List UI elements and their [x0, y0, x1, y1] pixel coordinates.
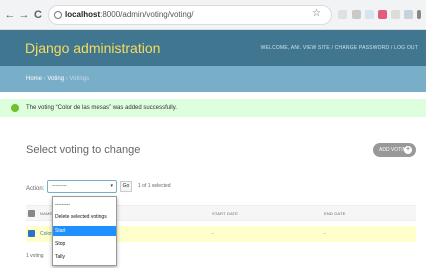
extension-icon[interactable]: [365, 10, 374, 19]
end-date-cell: -: [324, 231, 326, 237]
reload-icon[interactable]: C: [32, 7, 44, 23]
admin-header: Django administration WELCOME, ANI. VIEW…: [0, 30, 426, 66]
back-icon[interactable]: ←: [4, 7, 16, 23]
chevron-down-icon: ▾: [110, 183, 113, 189]
row-checkbox[interactable]: [28, 230, 35, 237]
extension-icon[interactable]: [338, 10, 347, 19]
success-message-text: The voting “Color de las mesas” was adde…: [26, 105, 177, 111]
info-icon[interactable]: [54, 11, 62, 19]
start-date-cell: -: [212, 231, 214, 237]
select-all-checkbox[interactable]: [28, 210, 35, 217]
selected-count: 1 of 1 selected: [138, 183, 171, 189]
dropdown-option[interactable]: Tally: [53, 252, 116, 262]
site-title[interactable]: Django administration: [25, 40, 160, 56]
plus-icon: +: [404, 146, 412, 154]
breadcrumb-current: Votings: [69, 76, 90, 82]
go-button[interactable]: Go: [120, 181, 132, 192]
dropdown-option[interactable]: Delete selected votings: [53, 212, 116, 222]
breadcrumb-home[interactable]: Home: [26, 76, 42, 82]
add-voting-button[interactable]: ADD VOTING +: [373, 143, 416, 157]
menu-icon[interactable]: [417, 10, 421, 19]
extension-icon[interactable]: [352, 10, 361, 19]
user-tools[interactable]: WELCOME, ANI. VIEW SITE / CHANGE PASSWOR…: [261, 45, 418, 51]
dropdown-option-highlighted[interactable]: Start: [53, 226, 116, 236]
url-path: :8000/admin/voting/voting/: [100, 10, 194, 19]
action-label: Action:: [26, 186, 45, 192]
page-title: Select voting to change: [26, 144, 141, 156]
url-host: localhost: [65, 10, 101, 19]
column-header-end-date[interactable]: END DATE: [324, 211, 346, 216]
action-dropdown-list: --------- Delete selected votings Start …: [52, 196, 117, 266]
action-select[interactable]: --------- ▾: [47, 180, 117, 193]
result-count: 1 voting: [26, 253, 44, 259]
forward-icon[interactable]: →: [18, 7, 30, 23]
breadcrumb: Home › Voting › Votings: [0, 66, 426, 92]
bookmark-star-icon[interactable]: ☆: [312, 8, 321, 20]
column-header-start-date[interactable]: START DATE: [212, 211, 238, 216]
breadcrumb-app[interactable]: Voting: [47, 76, 64, 82]
browser-toolbar: ← → C localhost:8000/admin/voting/voting…: [0, 0, 426, 30]
dropdown-option[interactable]: Stop: [53, 239, 116, 249]
action-select-value: ---------: [52, 183, 67, 189]
dropdown-option[interactable]: ---------: [53, 200, 116, 210]
success-check-icon: [11, 104, 19, 112]
column-header-name[interactable]: NAME: [40, 211, 52, 216]
extension-icon[interactable]: [378, 10, 387, 19]
success-message: The voting “Color de las mesas” was adde…: [0, 99, 426, 117]
address-bar[interactable]: localhost:8000/admin/voting/voting/: [48, 5, 332, 25]
extension-icon[interactable]: [404, 10, 413, 19]
extension-icon[interactable]: [391, 10, 400, 19]
